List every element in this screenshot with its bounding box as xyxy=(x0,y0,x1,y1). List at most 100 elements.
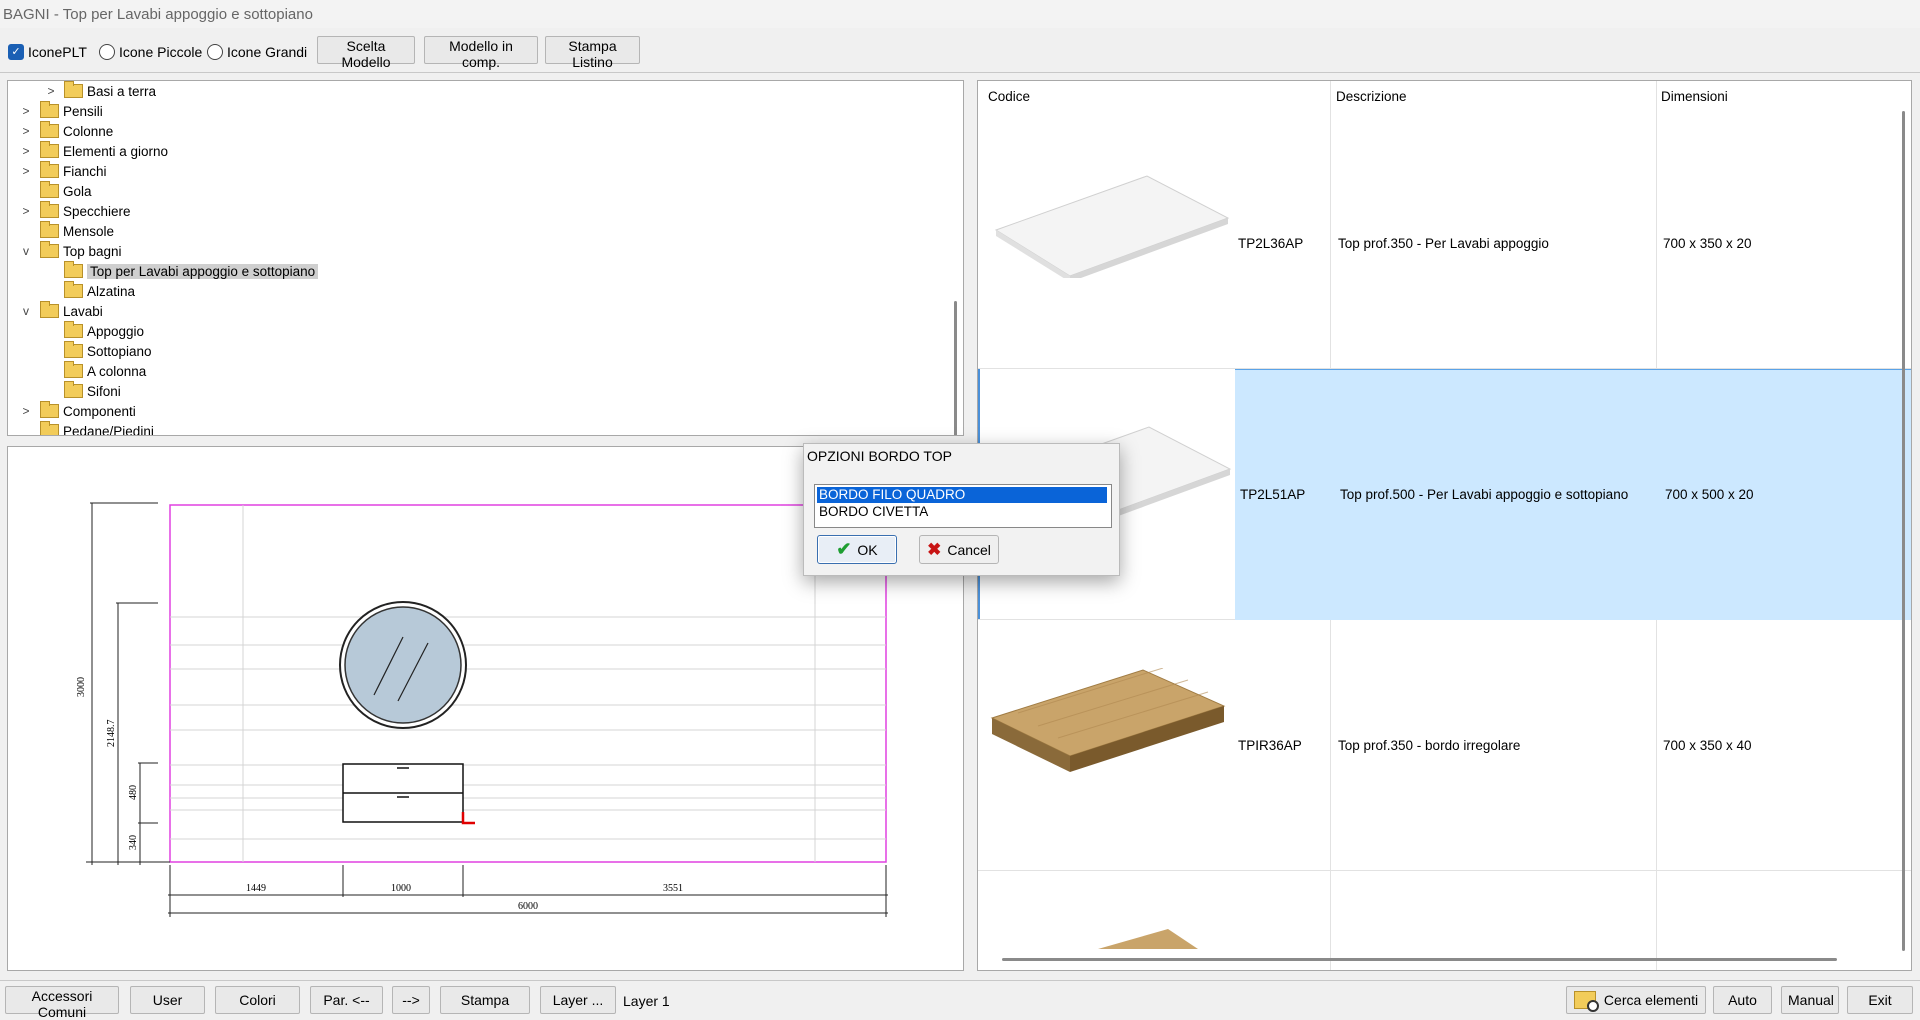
chevron-right-icon[interactable]: > xyxy=(20,124,32,138)
chevron-right-icon[interactable]: > xyxy=(20,204,32,218)
folder-open-icon xyxy=(64,261,83,278)
radio-icon xyxy=(99,44,115,60)
cancel-label: Cancel xyxy=(947,541,991,558)
grid-vscrollbar[interactable] xyxy=(1902,111,1905,951)
grid-hscrollbar[interactable] xyxy=(1002,958,1837,961)
option-bordo-civetta[interactable]: BORDO CIVETTA xyxy=(819,504,928,519)
tree-item-label: Sottopiano xyxy=(87,343,152,359)
par-prev-button[interactable]: Par. <-- xyxy=(310,986,383,1014)
tree-item-pedane-piedini[interactable]: Pedane/Piedini xyxy=(20,421,154,435)
next-button[interactable]: --> xyxy=(392,986,430,1014)
folder-icon xyxy=(40,141,59,158)
scelta-modello-button[interactable]: Scelta Modello xyxy=(317,36,415,70)
chevron-down-icon[interactable]: v xyxy=(20,304,32,318)
tree-item-label: Componenti xyxy=(63,403,136,419)
folder-icon xyxy=(64,81,83,98)
ok-button[interactable]: ✔ OK xyxy=(817,535,897,564)
modello-in-comp-button[interactable]: Modello in comp. xyxy=(424,36,538,70)
tree-item-label: Elementi a giorno xyxy=(63,143,169,159)
window-title: BAGNI - Top per Lavabi appoggio e sottop… xyxy=(3,6,313,23)
row-code: TPIR36AP xyxy=(1238,738,1302,753)
folder-open-icon xyxy=(40,241,59,258)
tree-item-label: Colonne xyxy=(63,123,114,139)
chevron-right-icon[interactable]: > xyxy=(20,104,32,118)
option-bordo-filo-quadro[interactable]: BORDO FILO QUADRO xyxy=(817,487,1107,503)
chevron-right-icon[interactable]: > xyxy=(20,404,32,418)
folder-icon xyxy=(40,121,59,138)
product-thumbnail-wood xyxy=(990,668,1226,772)
cancel-button[interactable]: ✖ Cancel xyxy=(919,535,999,564)
tree-item-label: Mensole xyxy=(63,223,115,239)
tree-item-sifoni[interactable]: Sifoni xyxy=(44,381,121,401)
tree-item-a-colonna[interactable]: A colonna xyxy=(44,361,146,381)
tree-item-label: Fianchi xyxy=(63,163,107,179)
row-dim: 700 x 350 x 40 xyxy=(1663,738,1752,753)
tree-item-colonne[interactable]: > Colonne xyxy=(20,121,113,141)
folder-icon xyxy=(64,321,83,338)
tree-item-pensili[interactable]: > Pensili xyxy=(20,101,103,121)
folder-icon xyxy=(40,401,59,418)
dim-1449: 1449 xyxy=(246,883,266,894)
tree-item-gola[interactable]: Gola xyxy=(20,181,92,201)
cerca-elementi-label: Cerca elementi xyxy=(1603,992,1699,1008)
folder-icon xyxy=(64,361,83,378)
tree-item-appoggio[interactable]: Appoggio xyxy=(44,321,144,341)
exit-button[interactable]: Exit xyxy=(1847,986,1913,1014)
tree-item-top-per-lavabi[interactable]: Top per Lavabi appoggio e sottopiano xyxy=(44,261,319,281)
stampa-button[interactable]: Stampa xyxy=(440,986,530,1014)
folder-icon xyxy=(64,381,83,398)
bottom-bar: Accessori Comuni User Colori Par. <-- --… xyxy=(0,980,1920,1020)
product-thumbnail-partial xyxy=(1098,929,1198,949)
folder-icon xyxy=(40,221,59,238)
column-header-dimensioni[interactable]: Dimensioni xyxy=(1661,81,1728,111)
icone-piccole-label: Icone Piccole xyxy=(119,44,203,60)
chevron-right-icon[interactable]: > xyxy=(20,144,32,158)
tree-item-sottopiano[interactable]: Sottopiano xyxy=(44,341,152,361)
tree-item-basi-a-terra[interactable]: > Basi a terra xyxy=(44,81,156,101)
folder-icon xyxy=(64,281,83,298)
auto-button[interactable]: Auto xyxy=(1713,986,1772,1014)
layer-button[interactable]: Layer ... xyxy=(540,986,616,1014)
row-desc: Top prof.350 - Per Lavabi appoggio xyxy=(1338,236,1549,251)
category-tree[interactable]: > Basi a terra > Pensili > Colonne > Ele… xyxy=(7,80,964,436)
tree-item-alzatina[interactable]: Alzatina xyxy=(44,281,135,301)
tree-item-label: Gola xyxy=(63,183,92,199)
tree-item-label: Pensili xyxy=(63,103,103,119)
tree-item-componenti[interactable]: > Componenti xyxy=(20,401,136,421)
chevron-down-icon[interactable]: v xyxy=(20,244,32,258)
tree-item-fianchi[interactable]: > Fianchi xyxy=(20,161,107,181)
tree-item-top-bagni[interactable]: v Top bagni xyxy=(20,241,122,261)
icone-grandi-radio[interactable]: Icone Grandi xyxy=(207,44,307,60)
column-header-descrizione[interactable]: Descrizione xyxy=(1336,81,1407,111)
bordo-options-list[interactable]: BORDO FILO QUADRO BORDO CIVETTA xyxy=(814,484,1112,528)
icone-piccole-radio[interactable]: Icone Piccole xyxy=(99,44,202,60)
stampa-listino-button[interactable]: Stampa Listino xyxy=(545,36,640,70)
user-button[interactable]: User xyxy=(130,986,205,1014)
column-header-codice[interactable]: Codice xyxy=(988,81,1030,111)
chevron-right-icon[interactable]: > xyxy=(20,164,32,178)
tree-item-elementi-a-giorno[interactable]: > Elementi a giorno xyxy=(20,141,168,161)
row-dim: 700 x 500 x 20 xyxy=(1665,487,1754,502)
ok-label: OK xyxy=(857,541,878,558)
folder-icon xyxy=(64,341,83,358)
close-icon: ✖ xyxy=(927,539,942,559)
folder-icon xyxy=(40,201,59,218)
table-row[interactable]: TP2L36AP Top prof.350 - Per Lavabi appog… xyxy=(978,118,1911,368)
table-row[interactable]: TPIR36AP Top prof.350 - bordo irregolare… xyxy=(978,620,1911,870)
accessori-comuni-button[interactable]: Accessori Comuni xyxy=(5,986,119,1020)
tree-item-label: Specchiere xyxy=(63,203,131,219)
chevron-right-icon[interactable]: > xyxy=(45,84,57,98)
row-code: TP2L51AP xyxy=(1240,487,1306,502)
tree-item-specchiere[interactable]: > Specchiere xyxy=(20,201,131,221)
tree-scrollbar[interactable] xyxy=(954,301,957,435)
bordo-top-dialog: OPZIONI BORDO TOP BORDO FILO QUADRO BORD… xyxy=(803,443,1120,576)
dim-340: 340 xyxy=(128,835,139,850)
tree-item-lavabi[interactable]: v Lavabi xyxy=(20,301,103,321)
tree-item-mensole[interactable]: Mensole xyxy=(20,221,114,241)
manual-button[interactable]: Manual xyxy=(1781,986,1839,1014)
iconeplt-checkbox[interactable]: ✓ IconePLT xyxy=(8,44,87,60)
colori-button[interactable]: Colori xyxy=(215,986,300,1014)
tree-item-label: Appoggio xyxy=(87,323,145,339)
cerca-elementi-button[interactable]: Cerca elementi xyxy=(1566,986,1706,1014)
radio-icon xyxy=(207,44,223,60)
